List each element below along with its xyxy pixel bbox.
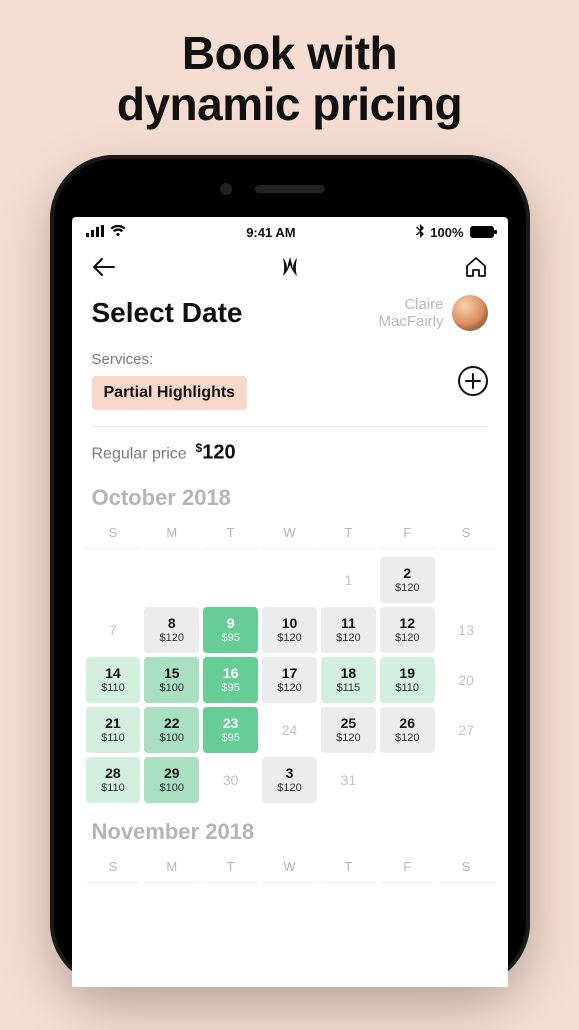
calendar-day[interactable]: 3$120 (262, 757, 317, 803)
cell-signal-icon (86, 225, 104, 240)
phone-speaker (255, 185, 325, 193)
battery-icon (470, 226, 494, 238)
calendar-empty (439, 557, 494, 603)
weekday-label: M (144, 855, 199, 883)
avatar (452, 295, 488, 331)
calendar-day[interactable]: 11$120 (321, 607, 376, 653)
promo-headline: Book with dynamic pricing (0, 0, 579, 137)
user-badge[interactable]: Claire MacFairly (378, 295, 487, 331)
calendar-day[interactable]: 17$120 (262, 657, 317, 703)
calendar-day-disabled: 1 (321, 557, 376, 603)
calendar-empty (203, 557, 258, 603)
calendar-day-disabled: 13 (439, 607, 494, 653)
services-row: Services: Partial Highlights (72, 337, 508, 422)
calendar-day[interactable]: 15$100 (144, 657, 199, 703)
nav-bar (72, 247, 508, 285)
title-bar: Select Date Claire MacFairly (72, 285, 508, 337)
calendar-day[interactable]: 26$120 (380, 707, 435, 753)
weekday-label: S (86, 521, 141, 549)
services-label: Services: (92, 351, 154, 368)
weekday-header: SMTWTFS (72, 515, 508, 551)
calendar-empty (144, 557, 199, 603)
calendar-day[interactable]: 8$120 (144, 607, 199, 653)
month-heading-nov: November 2018 (72, 805, 508, 849)
calendar-day[interactable]: 21$110 (86, 707, 141, 753)
promo-line1: Book with (182, 27, 397, 79)
clock: 9:41 AM (246, 225, 295, 240)
user-firstname: Claire (404, 296, 443, 313)
weekday-label: W (262, 521, 317, 549)
home-button[interactable] (462, 253, 490, 281)
status-bar: 9:41 AM 100% (72, 217, 508, 247)
calendar-day-disabled: 7 (86, 607, 141, 653)
battery-pct: 100% (430, 225, 463, 240)
month-heading-oct: October 2018 (72, 471, 508, 515)
calendar-grid-oct: 12$120 78$1209$9510$12011$12012$12013 14$1… (72, 551, 508, 805)
weekday-label: T (203, 521, 258, 549)
promo-line2: dynamic pricing (117, 78, 462, 130)
weekday-label: W (262, 855, 317, 883)
weekday-label: S (86, 855, 141, 883)
weekday-label: F (380, 521, 435, 549)
add-service-button[interactable] (458, 366, 488, 396)
weekday-label: T (321, 521, 376, 549)
weekday-label: F (380, 855, 435, 883)
calendar-day[interactable]: 2$120 (380, 557, 435, 603)
wifi-icon (110, 225, 126, 240)
app-logo-icon (276, 253, 304, 281)
calendar-empty (86, 557, 141, 603)
calendar-day[interactable]: 18$115 (321, 657, 376, 703)
calendar-day[interactable]: 25$120 (321, 707, 376, 753)
phone-camera (220, 183, 232, 195)
calendar-day[interactable]: 23$95 (203, 707, 258, 753)
calendar-empty (262, 557, 317, 603)
user-lastname: MacFairly (378, 313, 443, 330)
page-title: Select Date (92, 297, 243, 329)
calendar-day-disabled: 20 (439, 657, 494, 703)
calendar-day[interactable]: 10$120 (262, 607, 317, 653)
bluetooth-icon (416, 224, 424, 241)
calendar-empty (439, 757, 494, 803)
calendar-day-disabled: 31 (321, 757, 376, 803)
calendar-day-disabled: 27 (439, 707, 494, 753)
weekday-label: S (439, 855, 494, 883)
weekday-label: S (439, 521, 494, 549)
phone-frame: 9:41 AM 100% Select Date (50, 155, 530, 987)
calendar-day[interactable]: 12$120 (380, 607, 435, 653)
regular-price: Regular price $120 (72, 427, 508, 470)
calendar-day[interactable]: 29$100 (144, 757, 199, 803)
weekday-header-nov: SMTWTFS (72, 849, 508, 885)
weekday-label: T (203, 855, 258, 883)
calendar-day-disabled: 24 (262, 707, 317, 753)
weekday-label: M (144, 521, 199, 549)
service-chip[interactable]: Partial Highlights (92, 376, 248, 410)
price-amount: 120 (202, 442, 235, 464)
calendar-day[interactable]: 28$110 (86, 757, 141, 803)
calendar-day[interactable]: 14$110 (86, 657, 141, 703)
calendar-day[interactable]: 22$100 (144, 707, 199, 753)
price-label: Regular price (92, 446, 187, 463)
calendar-day[interactable]: 16$95 (203, 657, 258, 703)
app-screen: 9:41 AM 100% Select Date (72, 217, 508, 987)
calendar-day[interactable]: 19$110 (380, 657, 435, 703)
calendar-day-disabled: 30 (203, 757, 258, 803)
calendar-empty (380, 757, 435, 803)
weekday-label: T (321, 855, 376, 883)
calendar-day[interactable]: 9$95 (203, 607, 258, 653)
back-button[interactable] (90, 253, 118, 281)
